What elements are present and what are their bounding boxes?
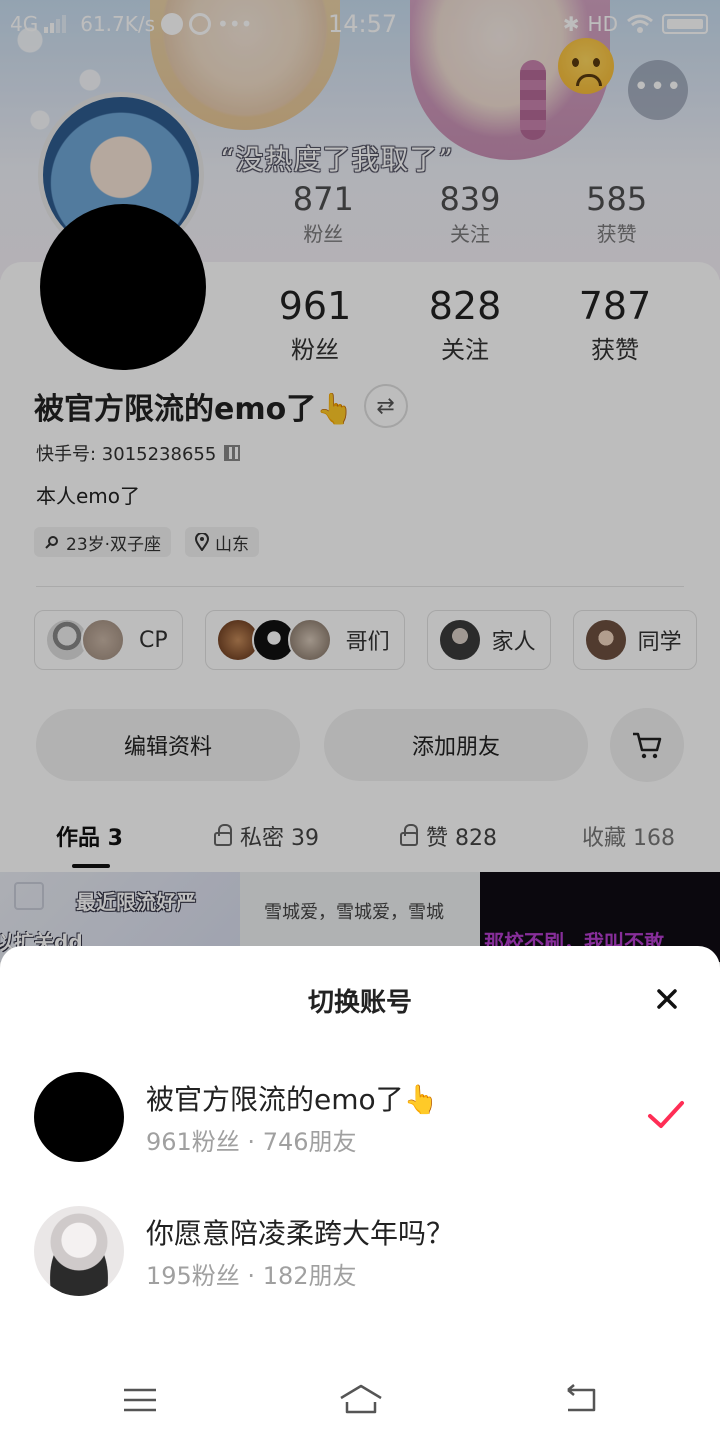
sheet-title: 切换账号 xyxy=(307,988,412,1018)
account-item-current[interactable]: 被官方限流的emo了👆 961粉丝 · 746朋友 xyxy=(34,1072,694,1164)
menu-icon[interactable] xyxy=(120,1380,160,1420)
account-meta: 195粉丝 · 182朋友 xyxy=(146,1262,357,1290)
account-item-other[interactable]: 你愿意陪凌柔跨大年吗？ 195粉丝 · 182朋友 xyxy=(34,1206,694,1298)
checkmark-icon xyxy=(648,1101,684,1128)
home-icon[interactable] xyxy=(338,1380,384,1420)
account-name: 你愿意陪凌柔跨大年吗？ xyxy=(146,1217,455,1250)
account-meta: 961粉丝 · 746朋友 xyxy=(146,1128,357,1156)
account-name: 被官方限流的emo了👆 xyxy=(146,1083,439,1116)
back-icon[interactable] xyxy=(560,1380,600,1420)
account-avatar xyxy=(34,1206,124,1296)
system-nav-bar xyxy=(0,1362,720,1440)
account-avatar xyxy=(34,1072,124,1162)
close-icon[interactable] xyxy=(650,982,684,1016)
